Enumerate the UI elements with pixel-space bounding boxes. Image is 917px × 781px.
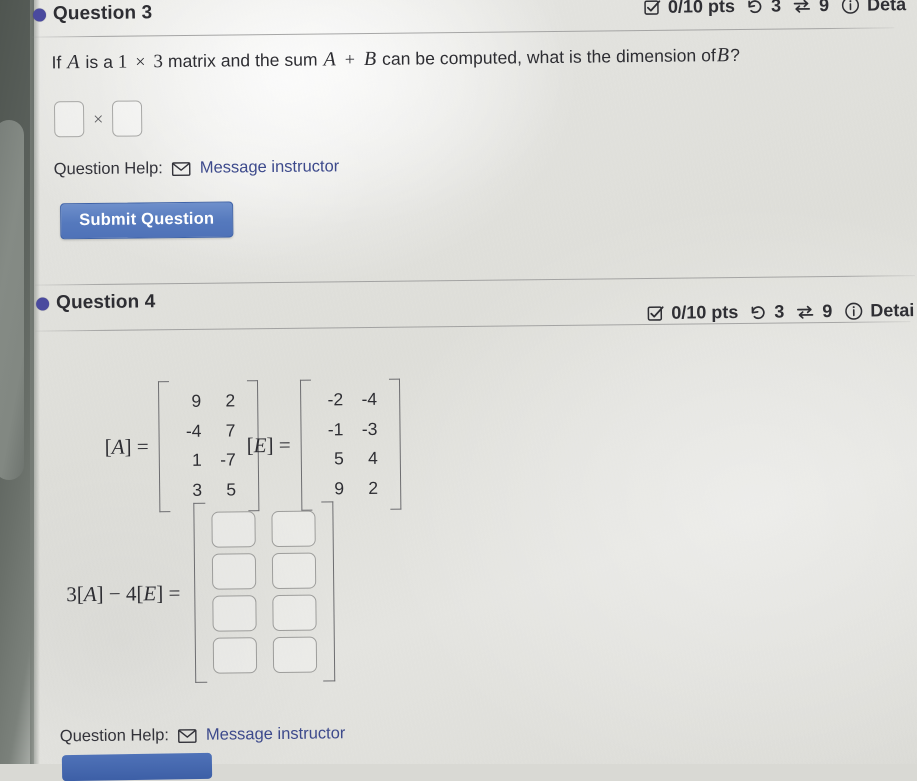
matrix-e-cell: 2 [368, 477, 379, 498]
answer-cell-r4c2[interactable] [272, 636, 318, 674]
question-4-help-label: Question Help: [59, 726, 170, 746]
answer-cell-r3c1[interactable] [212, 595, 257, 632]
matrix-e-cell: -1 [327, 418, 344, 440]
matrix-e-cell: 4 [367, 448, 378, 469]
checked-box-icon [644, 0, 661, 16]
matrix-e-cell: -3 [361, 418, 378, 439]
question-4-meta: 0/10 pts 3 9 Detai [647, 300, 914, 324]
prompt-part-3: matrix and the sum [167, 49, 318, 72]
table-row: -2 -4 [316, 385, 384, 415]
filled-circle-icon [32, 8, 47, 22]
matrix-e-table: -2 -4 -1 -3 5 4 9 2 [316, 385, 385, 504]
undo-arrow-icon[interactable] [749, 303, 767, 321]
prompt-part-2: is a [85, 51, 114, 73]
checked-box-icon [647, 305, 664, 322]
question-3-answer-row: × [53, 100, 143, 138]
question-3-help-row: Question Help: Message instructor [54, 157, 340, 179]
prompt-plus: + [344, 49, 356, 70]
question-4-title: Question 4 [56, 291, 156, 314]
question-4-retry-count: 3 [774, 301, 785, 322]
question-3-title: Question 3 [52, 2, 153, 25]
question-4-help-row: Question Help: Message instructor [60, 724, 346, 746]
filled-circle-icon [36, 297, 50, 311]
question-3-prompt: If A is a 1 × 3 matrix and the sum A + B… [51, 44, 740, 74]
prompt-var-a: A [67, 51, 80, 74]
question-3-details-label[interactable]: Deta [867, 0, 906, 16]
table-row: -4 7 [174, 416, 242, 446]
answer-cell-r1c2[interactable] [271, 510, 316, 548]
table-row: 1 -7 [175, 446, 243, 476]
table-row: 5 4 [317, 444, 385, 474]
prompt-dim-times: × [135, 51, 146, 72]
question-3-message-instructor-link[interactable]: Message instructor [200, 157, 340, 178]
question-4-details-label[interactable]: Detai [870, 300, 914, 321]
answer-matrix-grid [211, 510, 318, 674]
info-circle-icon[interactable] [841, 0, 860, 15]
question-4-header: Question 4 0/10 pts 3 9 Detai [0, 281, 916, 324]
matrix-e-area: [E] = -2 -4 -1 -3 5 4 9 2 [246, 379, 401, 511]
question-3-retry-count: 3 [770, 0, 782, 16]
question-4-message-instructor-link[interactable]: Message instructor [206, 724, 346, 745]
prompt-dim-cols: 3 [153, 51, 164, 73]
answer-expression-area: 3[A] − 4[E] = [65, 501, 335, 684]
answer-cell-r4c1[interactable] [212, 637, 258, 674]
matrix-e-cell: -4 [361, 388, 378, 410]
expression-label: 3[A] − 4[E] = [66, 580, 181, 606]
prompt-dim-rows: 1 [117, 51, 128, 73]
matrix-e: -2 -4 -1 -3 5 4 9 2 [300, 379, 401, 511]
matrix-e-cell: -2 [327, 389, 344, 410]
table-row: 9 2 [174, 386, 242, 416]
dimension-times-sign: × [93, 108, 104, 129]
question-block-4: Question 4 0/10 pts 3 9 Detai [A] = 9 2 … [0, 275, 916, 745]
matrix-e-cell: 9 [334, 478, 345, 499]
matrix-a-cell: 5 [226, 479, 237, 500]
table-row: 3 5 [175, 475, 243, 505]
answer-matrix [193, 501, 335, 683]
question-3-submit-button[interactable]: Submit Question [60, 201, 234, 240]
prompt-sum-a: A [323, 48, 336, 71]
question-3-version-count: 9 [818, 0, 830, 16]
answer-cell-r2c1[interactable] [211, 553, 257, 590]
prompt-part-1: If [51, 52, 62, 73]
swap-arrows-icon[interactable] [795, 303, 815, 321]
envelope-icon[interactable] [178, 727, 197, 743]
dimension-rows-input[interactable] [53, 101, 85, 138]
swap-arrows-icon[interactable] [792, 0, 812, 15]
question-3-meta: 0/10 pts 3 9 Deta [644, 0, 906, 18]
matrix-a-cell: -4 [185, 420, 202, 441]
matrix-a-cell: 9 [191, 390, 202, 411]
matrix-e-label: [E] = [246, 432, 291, 458]
matrix-e-cell: 5 [333, 448, 344, 469]
question-4-divider [35, 321, 911, 332]
table-row: 9 2 [317, 474, 385, 504]
undo-arrow-icon[interactable] [746, 0, 764, 15]
dimension-cols-input[interactable] [112, 100, 143, 137]
info-circle-icon[interactable] [844, 302, 863, 321]
matrix-a-cell: 2 [225, 390, 236, 411]
question-4-version-count: 9 [822, 300, 833, 322]
prompt-sum-b: B [363, 47, 377, 71]
matrix-a-table: 9 2 -4 7 1 -7 3 5 [174, 386, 243, 505]
matrix-a-cell: 1 [191, 450, 202, 471]
answer-cell-r1c1[interactable] [211, 511, 256, 548]
matrix-a-cell: 3 [192, 479, 203, 500]
answer-cell-r2c2[interactable] [271, 552, 317, 590]
question-4-score: 0/10 pts [671, 301, 739, 323]
matrix-a-cell: -7 [220, 449, 236, 470]
matrix-a: 9 2 -4 7 1 -7 3 5 [158, 380, 259, 512]
table-row: -1 -3 [316, 414, 384, 444]
answer-cell-r3c2[interactable] [272, 594, 317, 632]
question-block-3: Question 3 0/10 pts 3 9 Deta If A is a 1… [0, 0, 913, 240]
matrix-a-area: [A] = 9 2 -4 7 1 -7 3 5 [104, 380, 259, 512]
question-3-help-label: Question Help: [53, 159, 163, 179]
matrix-a-cell: 7 [225, 420, 236, 441]
prompt-part-4: can be computed, what is the dimension o… [381, 45, 716, 69]
matrix-a-label: [A] = [104, 434, 149, 459]
envelope-icon[interactable] [172, 160, 191, 176]
prompt-var-b: B [716, 44, 730, 67]
prompt-qmark: ? [730, 44, 741, 66]
question-3-score: 0/10 pts [667, 0, 736, 17]
question-4-submit-button-partial[interactable] [61, 752, 213, 781]
